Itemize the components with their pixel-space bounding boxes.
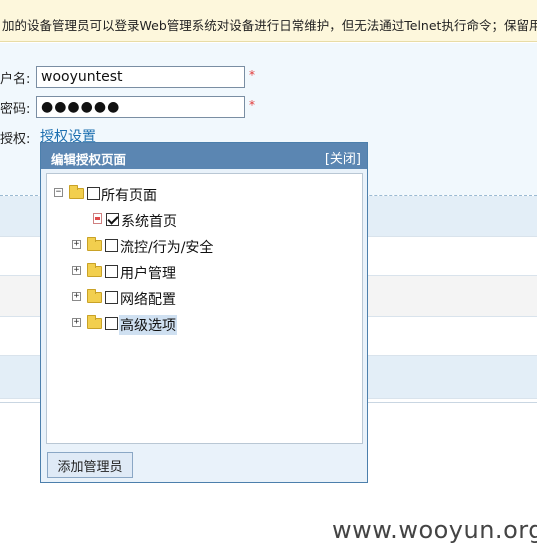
tree-node-label: 用户管理: [120, 266, 176, 282]
checkbox-advanced-options[interactable]: [105, 317, 118, 330]
password-label: 密码:: [0, 102, 31, 117]
checkbox-network-config[interactable]: [105, 291, 118, 304]
dialog-title: 编辑授权页面: [51, 152, 127, 167]
password-input[interactable]: [36, 96, 245, 118]
tree-node-label: 流控/行为/安全: [120, 240, 214, 256]
dialog-title-bar: 编辑授权页面 [关闭]: [41, 143, 367, 169]
permission-tree: − 所有页面 系统首页 + 流控/行为/安全 + 用户管理 + 网络配置 + 高…: [46, 173, 363, 444]
tree-node-user-management: + 用户管理: [47, 262, 347, 282]
expand-icon[interactable]: +: [72, 292, 81, 301]
username-label: 户名:: [0, 72, 31, 87]
tree-node-flow-control: + 流控/行为/安全: [47, 236, 347, 256]
add-admin-button[interactable]: 添加管理员: [47, 452, 133, 478]
collapse-icon[interactable]: −: [54, 188, 63, 197]
edit-permission-dialog: 编辑授权页面 [关闭] − 所有页面 系统首页 + 流控/行为/安全 + 用户管…: [40, 142, 368, 483]
tree-node-network-config: + 网络配置: [47, 288, 347, 308]
checkbox-user-management[interactable]: [105, 265, 118, 278]
checkbox-all-pages[interactable]: [87, 187, 100, 200]
password-required-mark: *: [249, 98, 255, 112]
expand-icon[interactable]: +: [72, 240, 81, 249]
username-required-mark: *: [249, 68, 255, 82]
page-icon: [93, 213, 102, 224]
dialog-close-button[interactable]: [关闭]: [325, 148, 361, 167]
tree-node-advanced-options: + 高级选项: [47, 314, 347, 335]
expand-icon[interactable]: +: [72, 318, 81, 327]
notice-bar: 加的设备管理员可以登录Web管理系统对设备进行日常维护，但无法通过Telnet执…: [0, 0, 537, 42]
folder-icon: [87, 237, 102, 251]
expand-icon[interactable]: +: [72, 266, 81, 275]
folder-icon: [87, 263, 102, 277]
watermark: www.wooyun.org: [332, 516, 537, 544]
tree-node-all-pages: − 所有页面: [47, 184, 347, 204]
username-input[interactable]: [36, 66, 245, 88]
folder-icon: [87, 315, 102, 329]
checkbox-flow-control[interactable]: [105, 239, 118, 252]
tree-node-label: 网络配置: [120, 292, 176, 308]
tree-node-label: 系统首页: [121, 214, 177, 230]
tree-node-label: 所有页面: [101, 188, 157, 204]
checkbox-system-home[interactable]: [106, 213, 119, 226]
auth-label: 授权:: [0, 132, 31, 147]
folder-icon: [69, 185, 84, 199]
tree-node-label: 高级选项: [119, 315, 177, 335]
tree-node-system-home: 系统首页: [47, 210, 347, 230]
folder-icon: [87, 289, 102, 303]
